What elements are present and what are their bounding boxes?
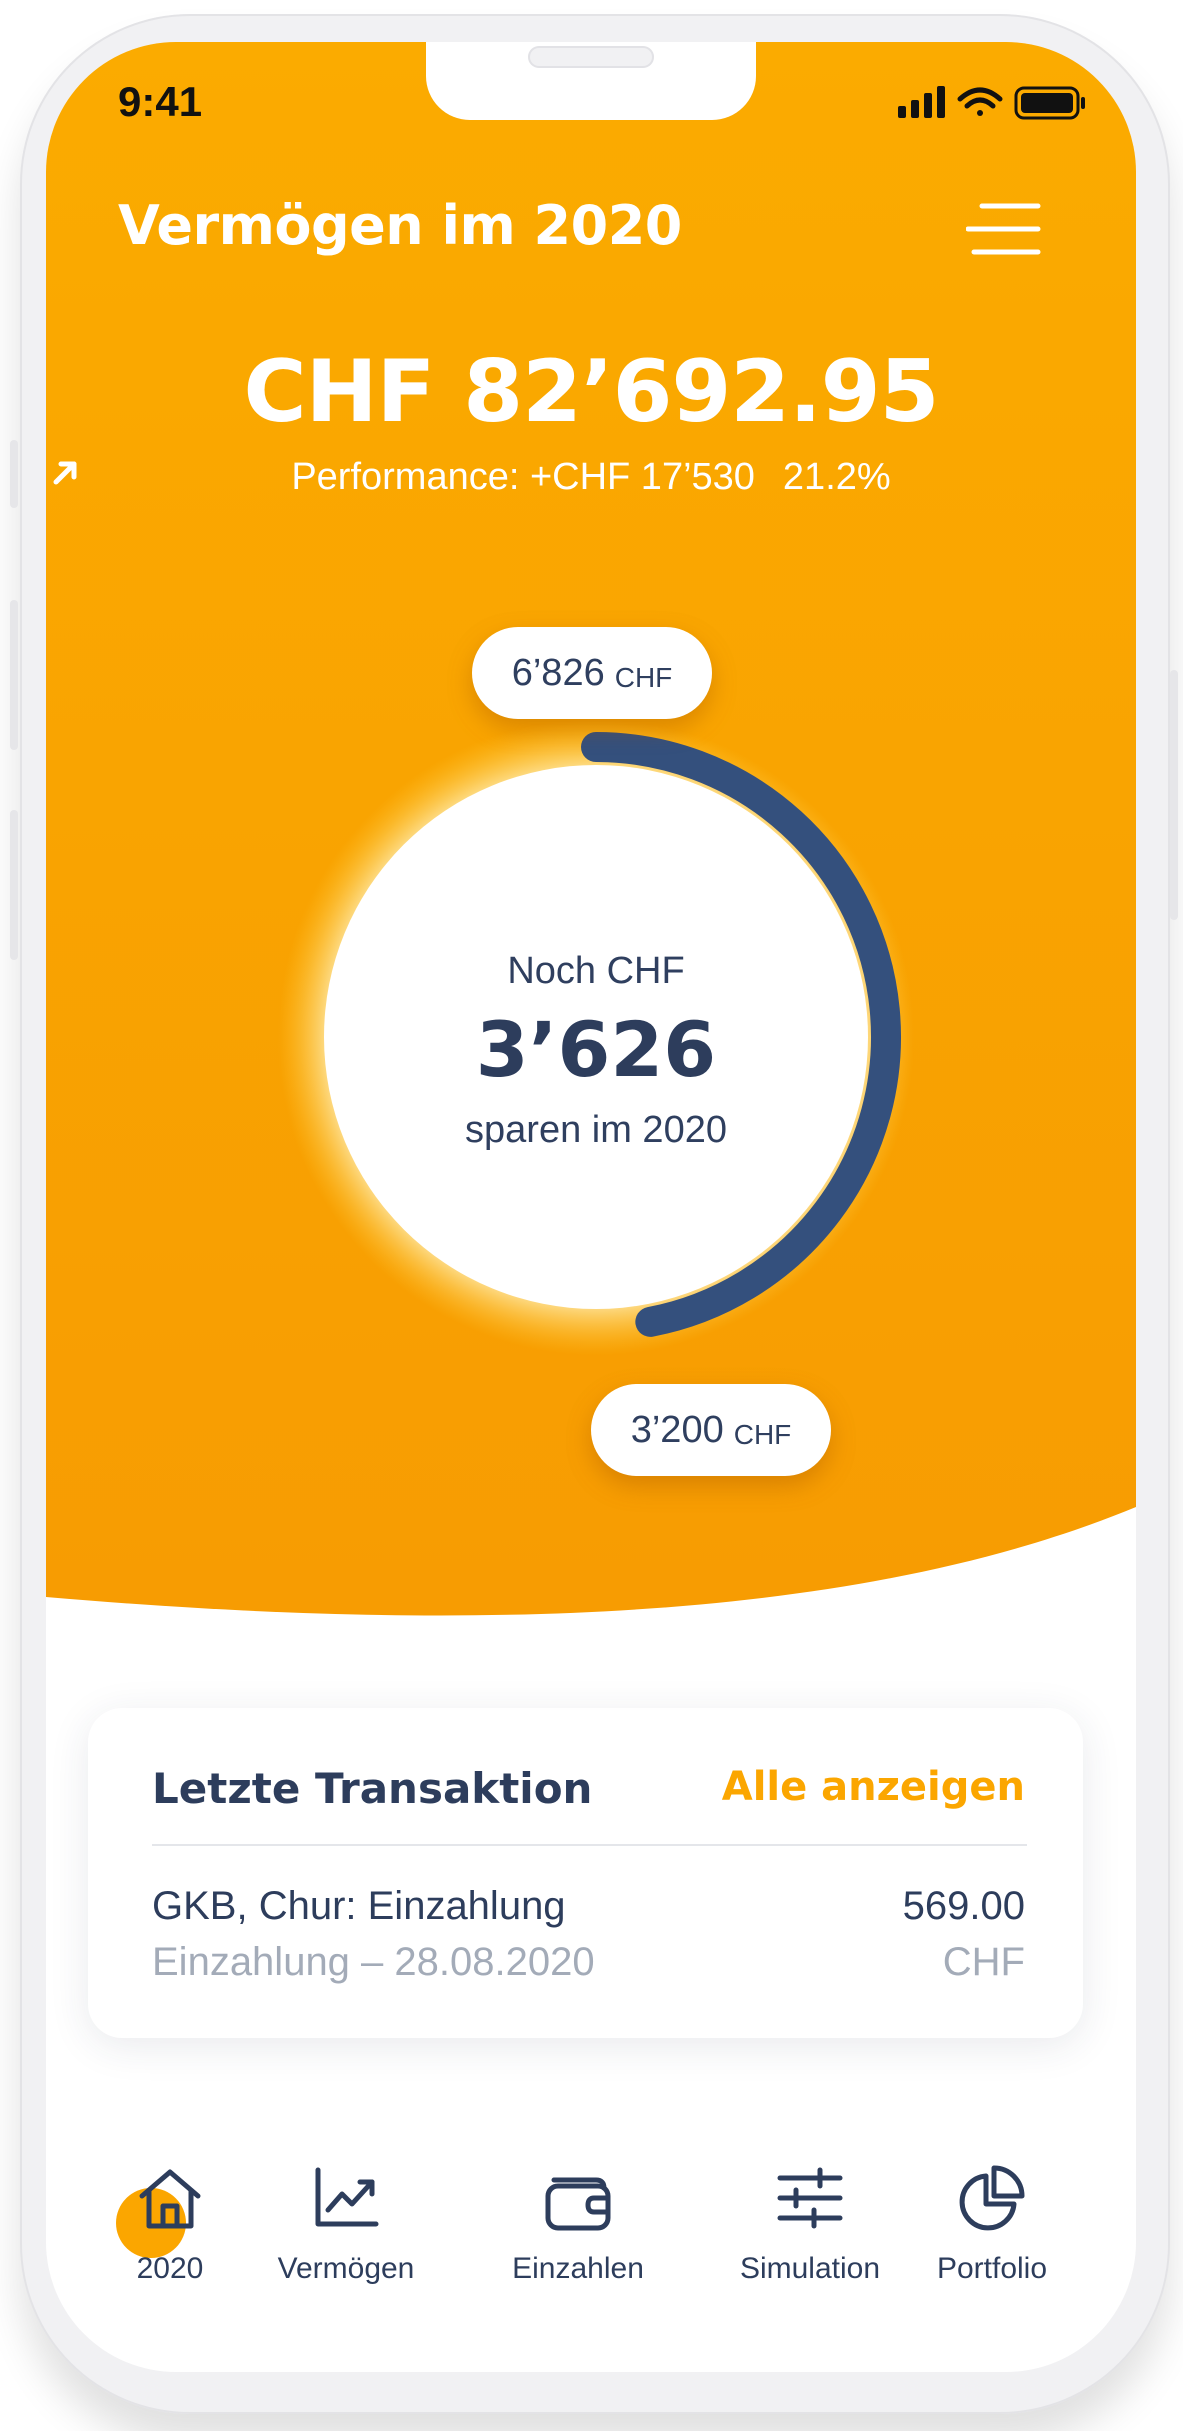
arrow-up-right-icon — [53, 461, 77, 485]
tab-label: Einzahlen — [512, 2252, 644, 2285]
tab-label: Vermögen — [277, 2252, 415, 2285]
tab-label: Simulation — [739, 2252, 881, 2285]
tab-2020[interactable]: 2020 — [70, 2162, 270, 2312]
wallet-icon — [545, 2177, 611, 2231]
saved-amount-pill: 3’200 CHF — [591, 1384, 831, 1476]
sliders-icon — [777, 2167, 843, 2229]
card-title: Letzte Transaktion — [152, 1764, 593, 1813]
tab-vermoegen[interactable]: Vermögen — [246, 2162, 446, 2312]
volume-button-down — [10, 600, 18, 750]
saved-amount: 3’200 — [630, 1408, 724, 1451]
pie-chart-icon — [959, 2165, 1025, 2231]
show-all-link[interactable]: Alle anzeigen — [722, 1764, 1025, 1810]
target-amount-pill: 6’826 CHF — [472, 627, 712, 719]
savings-gauge: Noch CHF 3’626 sparen im 2020 — [276, 717, 916, 1357]
card-divider — [152, 1844, 1027, 1846]
battery-icon — [1014, 86, 1085, 120]
target-currency: CHF — [614, 662, 673, 693]
signal-icon — [898, 86, 945, 118]
performance-label: Performance: +CHF 17’530 — [291, 456, 755, 498]
device-mockup: 9:41 Vermögen im 2020 CHF 82’692.95 Perf… — [0, 0, 1183, 2431]
tab-simulation[interactable]: Simulation — [710, 2162, 910, 2312]
hamburger-menu-icon — [966, 203, 1041, 255]
trend-chart-icon — [315, 2167, 379, 2227]
gauge-prefix: Noch CHF — [507, 950, 685, 992]
power-button — [1170, 670, 1178, 920]
tab-label: Portfolio — [936, 2252, 1048, 2285]
tab-label: 2020 — [136, 2252, 204, 2285]
page-title: Vermögen im 2020 — [118, 194, 682, 257]
tab-portfolio[interactable]: Portfolio — [892, 2162, 1092, 2312]
menu-button[interactable] — [966, 198, 1048, 260]
hero-section: 9:41 Vermögen im 2020 CHF 82’692.95 Perf… — [46, 42, 1136, 1622]
performance-line: Performance: +CHF 17’530 21.2% — [46, 456, 1136, 499]
speaker-grille — [528, 46, 654, 68]
status-icons — [898, 82, 1098, 122]
performance-percent: 21.2% — [782, 456, 891, 498]
tab-einzahlen[interactable]: Einzahlen — [478, 2162, 678, 2312]
saved-currency: CHF — [733, 1419, 792, 1450]
gauge-remaining-amount: 3’626 — [475, 1005, 717, 1094]
total-assets-value: CHF 82’692.95 — [243, 342, 940, 442]
transaction-currency: CHF — [942, 1940, 1025, 1984]
wifi-icon — [957, 87, 1003, 116]
home-icon — [139, 2169, 201, 2229]
status-time: 9:41 — [118, 78, 203, 125]
transaction-amount: 569.00 — [902, 1884, 1025, 1928]
transaction-subtitle: Einzahlung – 28.08.2020 — [152, 1940, 595, 1984]
app-screen: 9:41 Vermögen im 2020 CHF 82’692.95 Perf… — [46, 42, 1136, 2372]
target-amount: 6’826 — [511, 651, 605, 694]
bottom-tab-bar: 2020 Vermögen Einzahlen Simulation Portf… — [46, 2162, 1136, 2332]
mute-switch — [10, 810, 18, 960]
gauge-suffix: sparen im 2020 — [465, 1109, 727, 1151]
volume-button-up — [10, 440, 18, 508]
last-transaction-card[interactable]: Letzte Transaktion Alle anzeigen GKB, Ch… — [88, 1708, 1083, 2038]
transaction-name: GKB, Chur: Einzahlung — [152, 1884, 566, 1928]
